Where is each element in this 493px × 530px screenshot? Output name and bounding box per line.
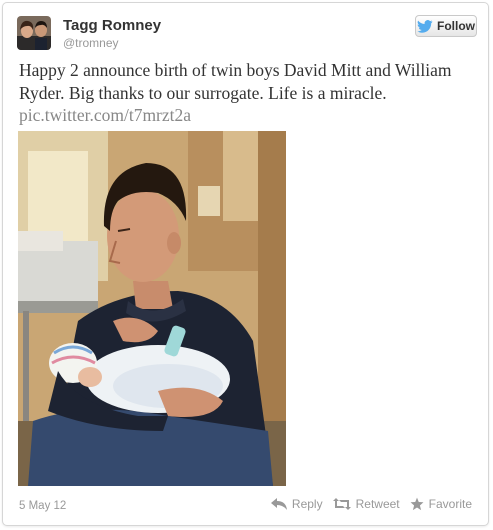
retweet-icon (332, 498, 351, 510)
favorite-label: Favorite (428, 497, 472, 511)
tweet-photo[interactable] (18, 131, 286, 486)
reply-label: Reply (291, 497, 323, 511)
follow-label: Follow (437, 19, 475, 33)
retweet-button[interactable]: Retweet (332, 497, 400, 511)
tweet-card: Tagg Romney @tromney Follow Happy 2 anno… (2, 2, 489, 526)
tweet-actions: Reply Retweet Favorite (270, 497, 472, 511)
follow-button[interactable]: Follow (415, 15, 477, 37)
retweet-label: Retweet (355, 497, 400, 511)
reply-button[interactable]: Reply (270, 497, 323, 511)
avatar[interactable] (17, 16, 51, 50)
reply-arrow-icon (270, 498, 287, 510)
favorite-button[interactable]: Favorite (410, 497, 472, 511)
star-icon (410, 497, 424, 511)
timestamp[interactable]: 5 May 12 (19, 500, 66, 512)
man-holding-newborn-photo (18, 131, 286, 486)
twitter-bird-icon (417, 19, 433, 33)
tweet-photo-link[interactable]: pic.twitter.com/t7mrzt2a (19, 105, 191, 125)
display-name[interactable]: Tagg Romney (63, 17, 161, 34)
screen-name[interactable]: @tromney (63, 36, 119, 50)
profile-photo-icon (17, 16, 51, 50)
tweet-text: Happy 2 announce birth of twin boys Davi… (19, 60, 452, 103)
